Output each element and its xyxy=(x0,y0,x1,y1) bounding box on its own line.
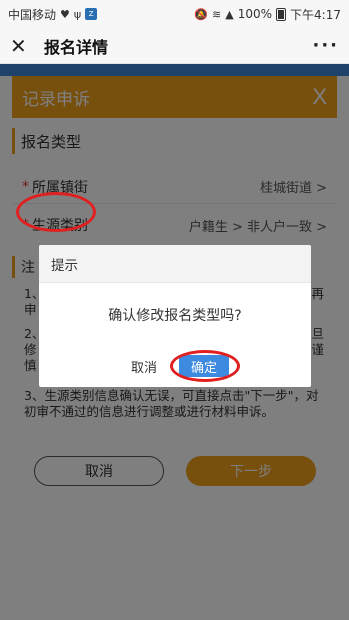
status-left: 中国移动 ♥ ψ Z xyxy=(8,6,98,23)
battery-icon xyxy=(276,7,287,21)
annotation-ring-confirm xyxy=(170,350,240,382)
usb-icon: ψ xyxy=(73,7,82,21)
battery-percent: 100% xyxy=(237,7,273,21)
heart-icon: ♥ xyxy=(60,7,70,21)
carrier-label: 中国移动 xyxy=(8,7,57,22)
app-notification-icon: Z xyxy=(85,8,98,20)
close-icon[interactable]: ✕ xyxy=(10,36,32,56)
status-right: 🔕 ≋ ▲ 100% 下午4:17 xyxy=(194,6,341,23)
clock: 下午4:17 xyxy=(290,7,341,22)
page-title: 报名详情 xyxy=(44,37,109,57)
dialog-title: 提示 xyxy=(39,245,311,283)
mute-icon: 🔕 xyxy=(194,7,209,21)
more-options-icon[interactable]: ··· xyxy=(312,35,339,56)
dialog-message: 确认修改报名类型吗? xyxy=(108,308,242,324)
title-bar: ✕ 报名详情 ··· xyxy=(0,28,349,64)
status-bar: 中国移动 ♥ ψ Z 🔕 ≋ ▲ 100% 下午4:17 xyxy=(0,0,349,28)
dialog-cancel-button[interactable]: 取消 xyxy=(119,355,169,377)
annotation-ring-category xyxy=(16,192,96,232)
signal-icon: ▲ xyxy=(225,7,234,21)
wifi-icon: ≋ xyxy=(212,7,222,21)
